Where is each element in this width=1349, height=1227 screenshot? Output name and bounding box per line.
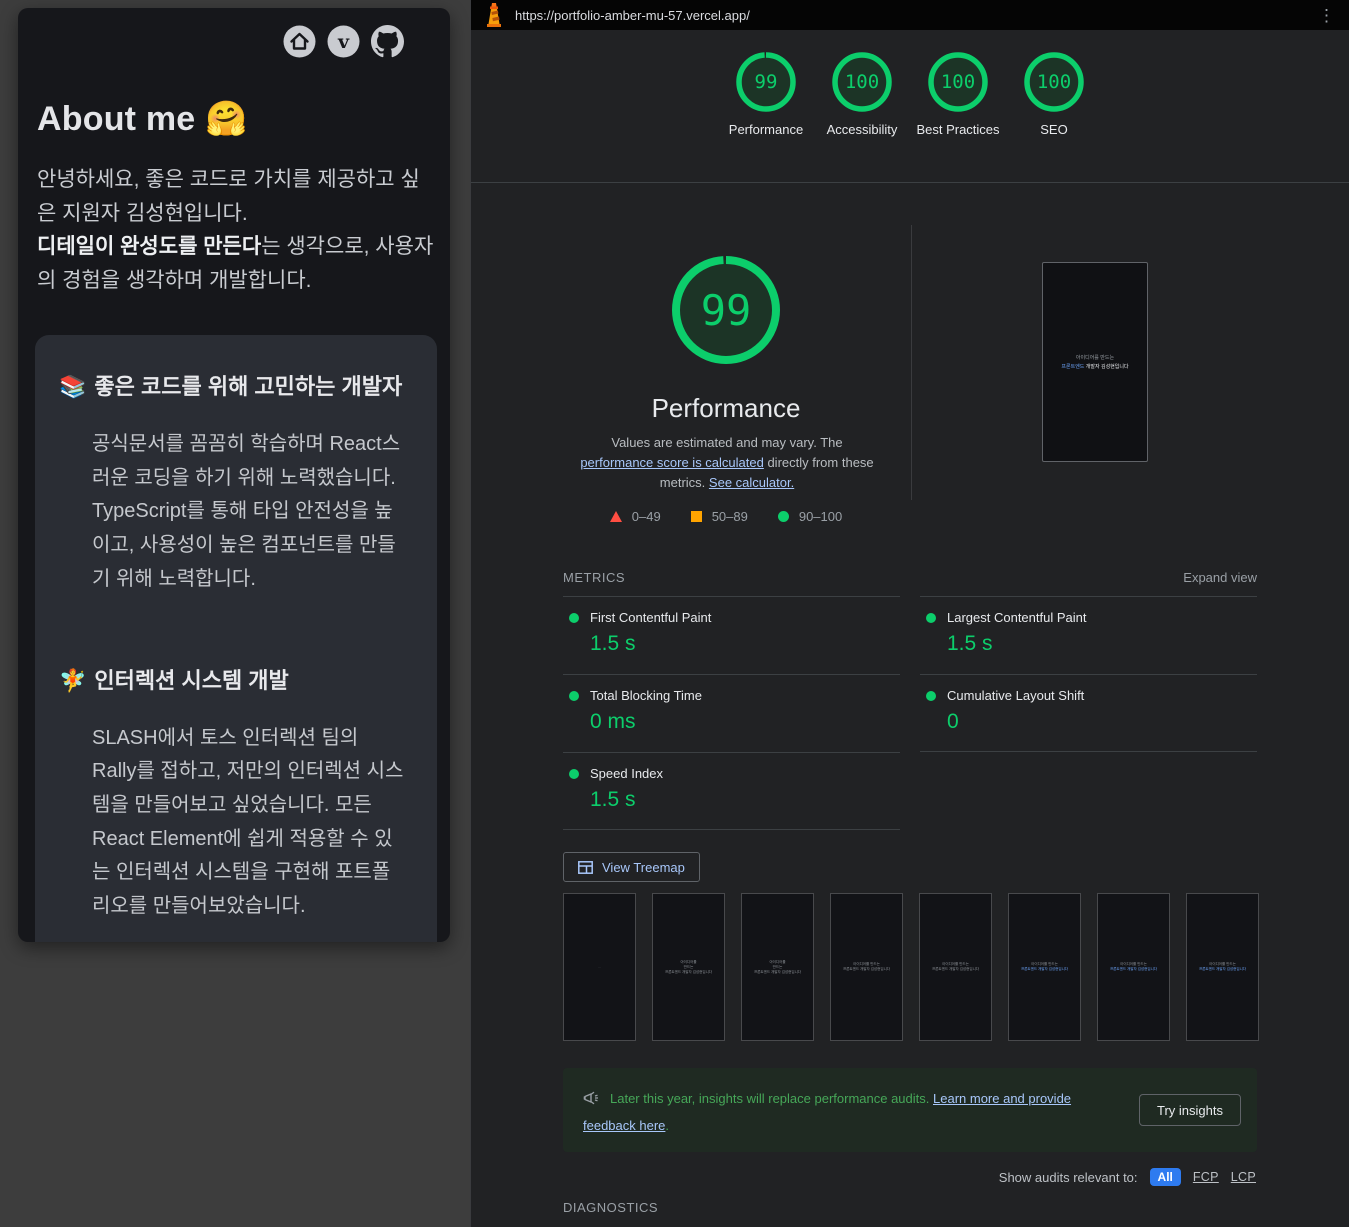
metric-lcp: Largest Contentful Paint 1.5 s <box>920 596 1257 674</box>
score-label: Best Practices <box>916 121 999 138</box>
metric-value: 1.5 s <box>590 788 900 812</box>
filmstrip-frame: 아이디어를 만드는프론트엔드 개발자 김성현입니다 <box>919 893 992 1041</box>
filmstrip-frame: 아이디어를 만드는프론트엔드 개발자 김성현입니다 <box>1008 893 1081 1041</box>
final-screenshot: 아이디어를 만드는 프론트엔드 개발자 김성현입니다 <box>1042 262 1148 462</box>
intro-bold: 디테일이 완성도를 만든다 <box>37 235 261 258</box>
summary-gauge-seo[interactable]: 100 SEO <box>1006 52 1102 182</box>
average-square-icon <box>691 511 702 522</box>
summary-gauge-accessibility[interactable]: 100 Accessibility <box>814 52 910 182</box>
legend-fail: 0–49 <box>610 509 661 524</box>
filmstrip-frame: 아이디어를만드는프론트엔드 개발자 김성현입니다 <box>652 893 725 1041</box>
metric-cls: Cumulative Layout Shift 0 <box>920 674 1257 752</box>
intro-line: 디테일이 완성도를 만든다는 생각으로, 사용자의 경험을 생각하며 개발합니다… <box>37 230 436 297</box>
legend-average: 50–89 <box>691 509 748 524</box>
vertical-divider <box>911 225 912 500</box>
diagnostics-heading: DIAGNOSTICS <box>563 1200 658 1215</box>
filter-fcp-link[interactable]: FCP <box>1193 1170 1219 1184</box>
expand-view-toggle[interactable]: Expand view <box>1183 570 1257 585</box>
report-url[interactable]: https://portfolio-amber-mu-57.vercel.app… <box>515 8 750 23</box>
see-calculator-link[interactable]: See calculator. <box>709 475 794 490</box>
performance-score: 99 <box>668 252 784 368</box>
metric-value: 0 ms <box>590 710 900 734</box>
about-card: 📚좋은 코드를 위해 고민하는 개발자 공식문서를 꼼꼼히 학습하며 React… <box>35 335 437 942</box>
metric-empty-cell <box>920 752 1257 830</box>
card-body-interaction: SLASH에서 토스 인터렉션 팀의 Rally를 접하고, 저만의 인터렉션 … <box>92 722 404 924</box>
megaphone-icon <box>583 1091 601 1106</box>
metric-tbt: Total Blocking Time 0 ms <box>563 674 900 752</box>
performance-section-title: Performance <box>546 393 906 424</box>
lighthouse-icon <box>483 3 505 27</box>
metrics-header-row: METRICS Expand view <box>563 570 1257 585</box>
metrics-grid: First Contentful Paint 1.5 s Largest Con… <box>563 596 1257 830</box>
card-title-interaction: 🧚인터렉션 시스템 개발 <box>59 663 413 695</box>
metric-value: 1.5 s <box>947 632 1257 656</box>
insights-banner: Later this year, insights will replace p… <box>563 1068 1257 1152</box>
score-label: Accessibility <box>827 121 898 138</box>
summary-gauge-best-practices[interactable]: 100 Best Practices <box>910 52 1006 182</box>
svg-text:v: v <box>337 31 350 53</box>
filter-lcp-link[interactable]: LCP <box>1231 1170 1256 1184</box>
try-insights-button[interactable]: Try insights <box>1139 1094 1241 1126</box>
social-links: v <box>18 25 404 58</box>
metric-value: 1.5 s <box>590 632 900 656</box>
pass-dot-icon <box>926 613 936 623</box>
filmstrip-frame: 아이디어를 만드는프론트엔드 개발자 김성현입니다 <box>1186 893 1259 1041</box>
audits-filter: Show audits relevant to: All FCP LCP <box>999 1168 1256 1186</box>
github-icon[interactable] <box>371 25 404 58</box>
hug-emoji: 🤗 <box>205 100 248 138</box>
score-label: SEO <box>1040 121 1067 138</box>
intro-text: 안녕하세요, 좋은 코드로 가치를 제공하고 싶은 지원자 김성현입니다. 디테… <box>37 163 436 297</box>
metric-value: 0 <box>947 710 1257 734</box>
portfolio-panel: v About me 🤗 안녕하세요, 좋은 코드로 가치를 제공하고 싶은 지… <box>18 8 450 942</box>
score-legend: 0–49 50–89 90–100 <box>546 509 906 524</box>
metric-fcp: First Contentful Paint 1.5 s <box>563 596 900 674</box>
score-calculated-link[interactable]: performance score is calculated <box>580 455 764 470</box>
performance-gauge: 99 <box>668 252 784 368</box>
pass-dot-icon <box>926 691 936 701</box>
score-value: 100 <box>1024 52 1084 112</box>
books-emoji: 📚 <box>59 374 86 399</box>
pass-dot-icon <box>569 613 579 623</box>
card-body-good-code: 공식문서를 꼼꼼히 학습하며 React스러운 코딩을 하기 위해 노력했습니다… <box>92 428 404 597</box>
score-value: 100 <box>832 52 892 112</box>
filmstrip-frame: … <box>563 893 636 1041</box>
score-label: Performance <box>729 121 803 138</box>
legend-pass: 90–100 <box>778 509 842 524</box>
score-value: 100 <box>928 52 988 112</box>
metric-speed-index: Speed Index 1.5 s <box>563 752 900 830</box>
filmstrip-frame: 아이디어를 만드는프론트엔드 개발자 김성현입니다 <box>830 893 903 1041</box>
filmstrip-frame: 아이디어를 만드는프론트엔드 개발자 김성현입니다 <box>1097 893 1170 1041</box>
fairy-emoji: 🧚 <box>59 668 86 693</box>
pass-dot-icon <box>569 691 579 701</box>
score-summary: 99 Performance 100 Accessibility 100 Bes… <box>471 30 1349 183</box>
metrics-heading: METRICS <box>563 570 625 585</box>
velog-icon[interactable]: v <box>327 25 360 58</box>
view-treemap-button[interactable]: View Treemap <box>563 852 700 882</box>
filmstrip: …아이디어를만드는프론트엔드 개발자 김성현입니다아이디어를만드는프론트엔드 개… <box>563 893 1263 1041</box>
pass-circle-icon <box>778 511 789 522</box>
pass-dot-icon <box>569 769 579 779</box>
report-url-bar: https://portfolio-amber-mu-57.vercel.app… <box>471 0 1349 30</box>
fail-triangle-icon <box>610 511 622 522</box>
intro-line: 안녕하세요, 좋은 코드로 가치를 제공하고 싶은 지원자 김성현입니다. <box>37 163 436 230</box>
page-title: About me 🤗 <box>37 99 450 139</box>
kebab-menu-icon[interactable]: ⋮ <box>1314 7 1339 24</box>
filmstrip-frame: 아이디어를만드는프론트엔드 개발자 김성현입니다 <box>741 893 814 1041</box>
home-icon[interactable] <box>283 25 316 58</box>
summary-gauge-performance[interactable]: 99 Performance <box>718 52 814 182</box>
performance-description: Values are estimated and may vary. The p… <box>576 433 878 493</box>
filter-all-chip[interactable]: All <box>1150 1168 1181 1186</box>
banner-text: Later this year, insights will replace p… <box>583 1085 1123 1139</box>
lighthouse-report: https://portfolio-amber-mu-57.vercel.app… <box>470 0 1349 1227</box>
audits-filter-label: Show audits relevant to: <box>999 1170 1138 1185</box>
score-value: 99 <box>736 52 796 112</box>
treemap-icon <box>578 861 593 874</box>
card-title-good-code: 📚좋은 코드를 위해 고민하는 개발자 <box>59 369 413 401</box>
